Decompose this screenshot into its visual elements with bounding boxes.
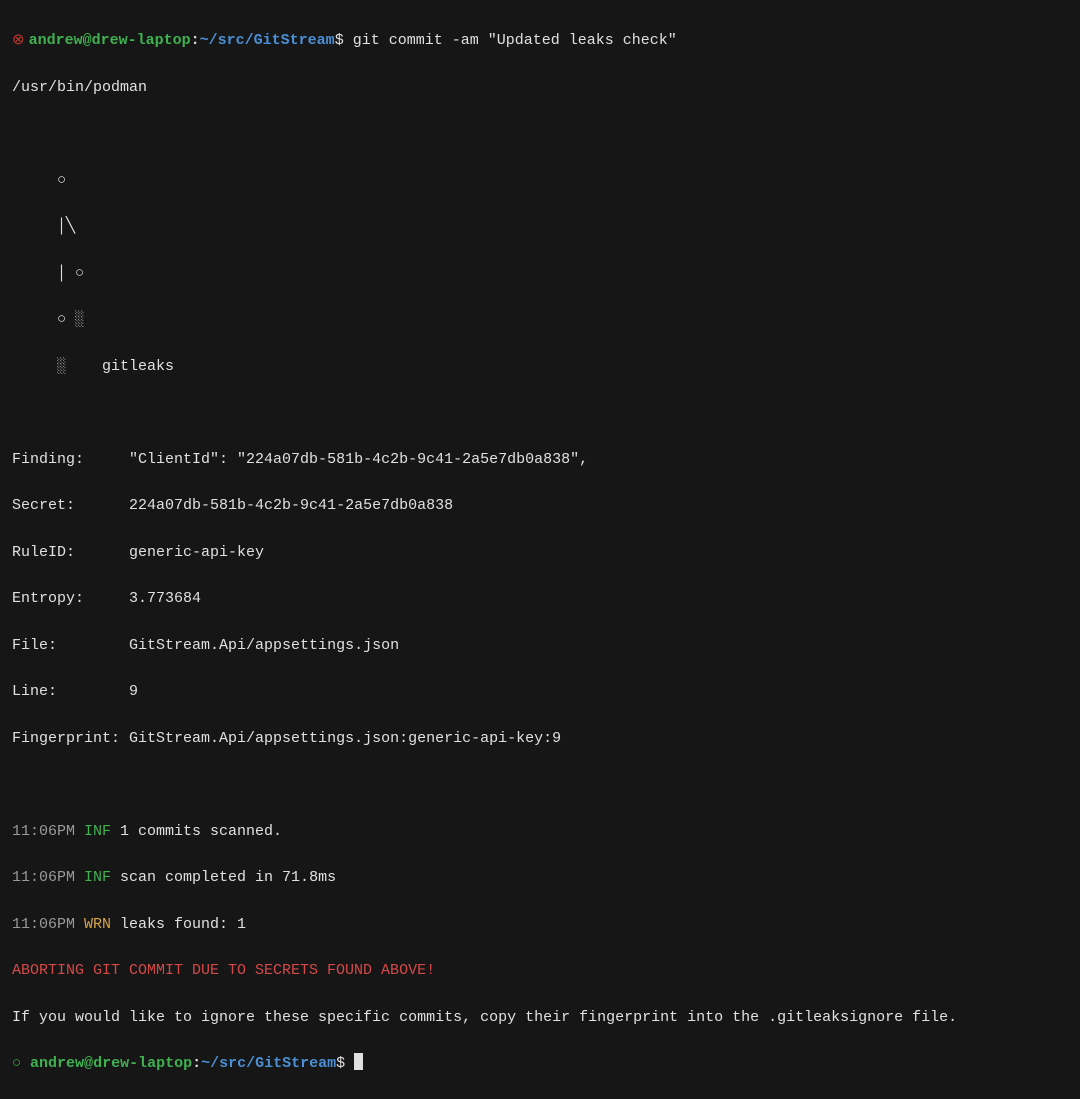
entropy-value: 3.773684 bbox=[129, 590, 201, 607]
terminal-output[interactable]: ⊗andrew@drew-laptop:~/src/GitStream$ git… bbox=[12, 6, 1068, 1099]
blank-line bbox=[12, 773, 1068, 796]
prompt-at: @ bbox=[84, 1055, 93, 1072]
abort-message: ABORTING GIT COMMIT DUE TO SECRETS FOUND… bbox=[12, 959, 1068, 982]
file-value: GitStream.Api/appsettings.json bbox=[129, 637, 399, 654]
prompt-user: andrew bbox=[29, 32, 83, 49]
ignore-hint: If you would like to ignore these specif… bbox=[12, 1006, 1068, 1029]
output-podman-path: /usr/bin/podman bbox=[12, 76, 1068, 99]
ascii-art-line: │╲ bbox=[12, 215, 1068, 238]
command-text: git commit -am "Updated leaks check" bbox=[353, 32, 677, 49]
cursor-block bbox=[354, 1053, 363, 1070]
blank-line bbox=[12, 122, 1068, 145]
secret-value: 224a07db-581b-4c2b-9c41-2a5e7db0a838 bbox=[129, 497, 453, 514]
ruleid-value: generic-api-key bbox=[129, 544, 264, 561]
prompt-colon: : bbox=[191, 32, 200, 49]
finding-line: Finding: "ClientId": "224a07db-581b-4c2b… bbox=[12, 448, 1068, 471]
ascii-art-line: ○ bbox=[12, 169, 1068, 192]
prompt-colon: : bbox=[192, 1055, 201, 1072]
entropy-line: Entropy: 3.773684 bbox=[12, 587, 1068, 610]
line-value: 9 bbox=[129, 683, 138, 700]
log-line-scanned: 11:06PM INF 1 commits scanned. bbox=[12, 820, 1068, 843]
log-time: 11:06PM bbox=[12, 823, 84, 840]
prompt-host: drew-laptop bbox=[92, 32, 191, 49]
prompt-at: @ bbox=[83, 32, 92, 49]
ruleid-line: RuleID: generic-api-key bbox=[12, 541, 1068, 564]
log-level-wrn: WRN bbox=[84, 916, 111, 933]
prompt-line-2[interactable]: ○ andrew@drew-laptop:~/src/GitStream$ bbox=[12, 1052, 1068, 1075]
prompt-path: ~/src/GitStream bbox=[201, 1055, 336, 1072]
ascii-art-line: ○ ░ bbox=[12, 308, 1068, 331]
line-line: Line: 9 bbox=[12, 680, 1068, 703]
line-label: Line: bbox=[12, 683, 129, 700]
prompt-dollar: $ bbox=[336, 1055, 354, 1072]
secret-line: Secret: 224a07db-581b-4c2b-9c41-2a5e7db0… bbox=[12, 494, 1068, 517]
blank-line bbox=[12, 401, 1068, 424]
log-level-inf: INF bbox=[84, 823, 111, 840]
log-msg: scan completed in 71.8ms bbox=[111, 869, 336, 886]
secret-label: Secret: bbox=[12, 497, 129, 514]
prompt-dollar: $ bbox=[335, 32, 353, 49]
log-level-inf: INF bbox=[84, 869, 111, 886]
log-time: 11:06PM bbox=[12, 869, 84, 886]
entropy-label: Entropy: bbox=[12, 590, 129, 607]
log-time: 11:06PM bbox=[12, 916, 84, 933]
fingerprint-label: Fingerprint: bbox=[12, 730, 129, 747]
finding-value: "ClientId": "224a07db-581b-4c2b-9c41-2a5… bbox=[129, 451, 588, 468]
prompt-host: drew-laptop bbox=[93, 1055, 192, 1072]
status-error-icon: ⊗ bbox=[12, 32, 25, 49]
prompt-path: ~/src/GitStream bbox=[200, 32, 335, 49]
log-line-leaks: 11:06PM WRN leaks found: 1 bbox=[12, 913, 1068, 936]
status-ok-icon: ○ bbox=[12, 1055, 21, 1072]
prompt-line-1: ⊗andrew@drew-laptop:~/src/GitStream$ git… bbox=[12, 29, 1068, 52]
file-line: File: GitStream.Api/appsettings.json bbox=[12, 634, 1068, 657]
file-label: File: bbox=[12, 637, 129, 654]
prompt-user: andrew bbox=[30, 1055, 84, 1072]
finding-label: Finding: bbox=[12, 451, 129, 468]
fingerprint-line: Fingerprint: GitStream.Api/appsettings.j… bbox=[12, 727, 1068, 750]
ascii-art-line: ░ gitleaks bbox=[12, 355, 1068, 378]
ruleid-label: RuleID: bbox=[12, 544, 129, 561]
log-msg: leaks found: 1 bbox=[111, 916, 246, 933]
log-line-completed: 11:06PM INF scan completed in 71.8ms bbox=[12, 866, 1068, 889]
log-msg: 1 commits scanned. bbox=[111, 823, 282, 840]
ascii-art-line: │ ○ bbox=[12, 262, 1068, 285]
fingerprint-value: GitStream.Api/appsettings.json:generic-a… bbox=[129, 730, 561, 747]
